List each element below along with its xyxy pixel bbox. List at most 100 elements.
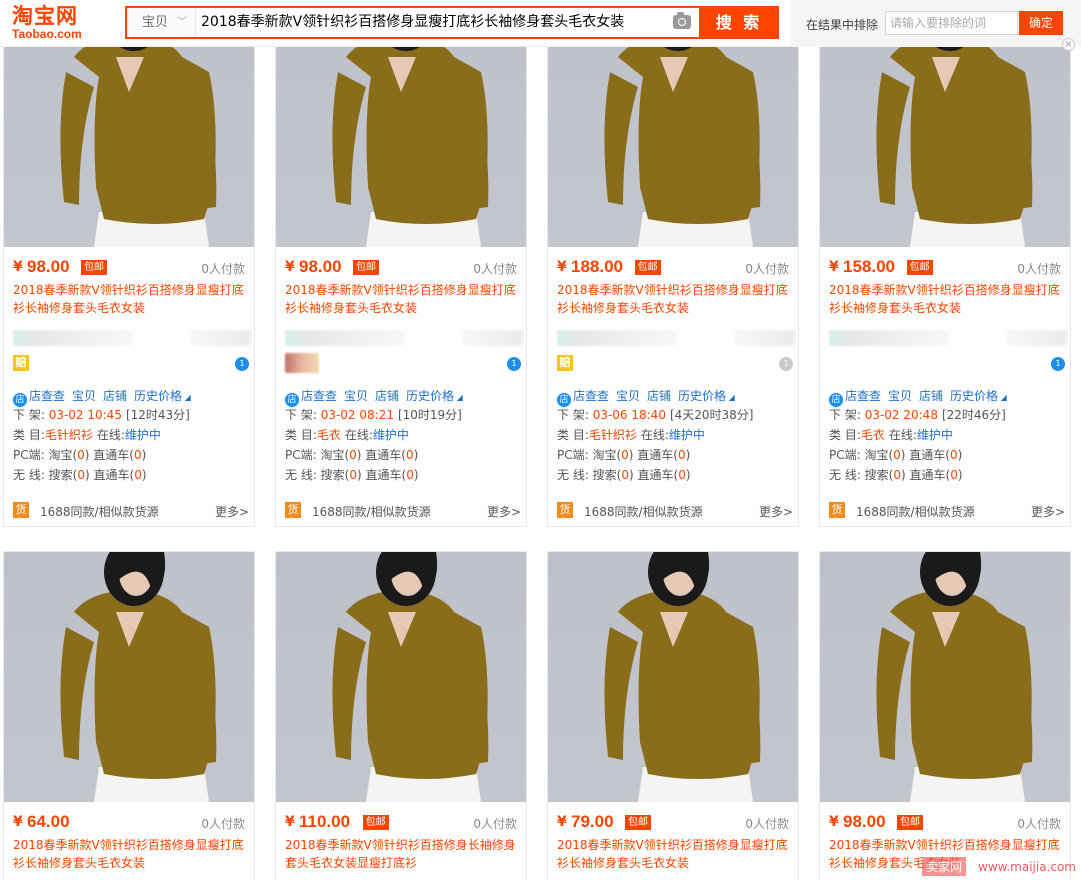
tool-shop[interactable]: 店铺 [103, 389, 127, 403]
wangwang-chat-icon[interactable]: 1 [235, 357, 249, 371]
wireless-through-count: 0 [950, 468, 958, 482]
tool-item[interactable]: 宝贝 [344, 389, 368, 403]
through-train-label: ) 直通车( [900, 448, 950, 462]
tool-shop[interactable]: 店铺 [647, 389, 671, 403]
product-title-link[interactable]: 2018春季新款V领针织衫百搭修身显瘦打底 衫长袖修身套头毛衣女装 [829, 281, 1065, 317]
camera-icon[interactable] [673, 12, 691, 29]
online-label: 在线: [640, 428, 669, 442]
product-image[interactable] [276, 552, 526, 802]
product-image[interactable] [4, 552, 254, 802]
category-value: 毛针织衫 [588, 428, 637, 442]
paren: ) [685, 468, 691, 482]
search-type-dropdown[interactable]: 宝贝 ﹀ [127, 8, 196, 37]
product-card[interactable]: ¥98.00 包邮 0人付款 2018春季新款V领针织衫百搭修身显瘦打底 衫长袖修身套头… [819, 551, 1071, 880]
category-label: 类 目: [557, 428, 589, 442]
tool-item[interactable]: 宝贝 [72, 389, 96, 403]
wangwang-chat-icon[interactable]: 1 [1051, 357, 1065, 371]
free-shipping-badge: 包邮 [634, 260, 661, 275]
sales-count: 0人付款 [201, 817, 245, 831]
shop-name-blurred[interactable] [829, 330, 1067, 346]
tool-price-history[interactable]: 历史价格 ◢ [678, 389, 735, 403]
product-card[interactable]: ¥79.00 包邮 0人付款 2018春季新款V领针织衫百搭修身显瘦打底 衫长袖修身套头… [547, 551, 799, 880]
plugin-tools-row: 店店查查 宝贝 店铺 历史价格 ◢ [557, 387, 793, 407]
online-status: 维护中 [124, 428, 161, 442]
wireless-label: 无 线: 搜索( [285, 468, 350, 482]
tool-store-check[interactable]: 店查查 [573, 389, 609, 403]
shop-name-blurred[interactable] [13, 330, 251, 346]
product-title-link[interactable]: 2018春季新款V领针织衫百搭修身显瘦打底 衫长袖修身套头毛衣女装 [285, 281, 521, 317]
exclude-input[interactable]: 请输入要排除的词 [885, 11, 1018, 35]
product-card[interactable]: ¥110.00 包邮 0人付款 2018春季新款V领针织衫百搭修身长袖修身 套头毛衣女装… [275, 551, 527, 880]
shop-name-blurred[interactable] [285, 330, 523, 346]
price-row: ¥110.00 包邮 0人付款 [285, 812, 517, 834]
category-info: 类 目:毛针织衫 在线:维护中 [13, 427, 249, 443]
tool-shop[interactable]: 店铺 [919, 389, 943, 403]
search-header: 淘宝网 Taobao.com 宝贝 ﹀ 2018春季新款V领针织衫百搭修身显瘦打… [0, 0, 1081, 47]
close-icon[interactable]: × [1062, 38, 1075, 51]
tool-price-history[interactable]: 历史价格 ◢ [950, 389, 1007, 403]
chevron-down-icon: ﹀ [177, 17, 187, 28]
product-card[interactable]: ¥98.00 包邮 0人付款 2018春季新款V领针织衫百搭修身显瘦打底 衫长袖修身套头… [3, 0, 255, 527]
product-title-link[interactable]: 2018春季新款V领针织衫百搭修身显瘦打底 衫长袖修身套头毛衣女装 [557, 836, 793, 872]
product-title-link[interactable]: 2018春季新款V领针织衫百搭修身显瘦打底 衫长袖修身套头毛衣女装 [557, 281, 793, 317]
search-input[interactable]: 2018春季新款V领针织衫百搭修身显瘦打底衫长袖修身套头毛衣女装 [201, 8, 661, 37]
paren: ) [141, 448, 147, 462]
badge-row: 赔1 [13, 355, 249, 373]
more-link[interactable]: 更多> [1031, 503, 1065, 520]
product-card[interactable]: ¥188.00 包邮 0人付款 2018春季新款V领针织衫百搭修身显瘦打底 衫长袖修身套… [547, 0, 799, 527]
free-shipping-badge: 包邮 [897, 815, 923, 830]
logo-text-en: Taobao.com [12, 27, 82, 41]
wangwang-chat-icon[interactable]: 1 [779, 357, 793, 371]
free-shipping-badge: 包邮 [81, 260, 107, 275]
taobao-logo[interactable]: 淘宝网 Taobao.com [12, 4, 102, 42]
paren: ) [957, 448, 963, 462]
more-link[interactable]: 更多> [487, 503, 521, 520]
shop-extra-blur [735, 330, 795, 346]
exclude-confirm-button[interactable]: 确定 [1019, 11, 1063, 35]
search-button[interactable]: 搜 索 [699, 6, 779, 39]
product-title-line: 衫长袖修身套头毛衣女装 [557, 301, 690, 315]
product-card[interactable]: ¥98.00 包邮 0人付款 2018春季新款V领针织衫百搭修身显瘦打底 衫长袖修身套头… [275, 0, 527, 527]
more-link[interactable]: 更多> [759, 503, 793, 520]
sourcing-link[interactable]: 1688同款/相似款货源 [40, 503, 159, 520]
price-value: 98.00 [27, 257, 70, 276]
sourcing-link[interactable]: 1688同款/相似款货源 [584, 503, 703, 520]
pc-through-count: 0 [133, 448, 142, 462]
online-status: 维护中 [668, 428, 705, 442]
product-title-line: 2018春季新款V领针织衫百搭修身显瘦打底 [13, 838, 244, 852]
sourcing-link[interactable]: 1688同款/相似款货源 [856, 503, 975, 520]
tool-price-history[interactable]: 历史价格 ◢ [134, 389, 191, 403]
product-image[interactable] [548, 552, 798, 802]
tool-store-check[interactable]: 店查查 [845, 389, 881, 403]
product-title-link[interactable]: 2018春季新款V领针织衫百搭修身长袖修身 套头毛衣女装显瘦打底衫 [285, 836, 521, 872]
product-card[interactable]: ¥64.00 0人付款 2018春季新款V领针织衫百搭修身显瘦打底 衫长袖修身套头毛衣… [3, 551, 255, 880]
tool-store-check[interactable]: 店查查 [301, 389, 337, 403]
tool-price-history[interactable]: 历史价格 ◢ [406, 389, 463, 403]
paren: ) [413, 468, 419, 482]
shop-name-blur [829, 330, 949, 346]
tool-store-check[interactable]: 店查查 [29, 389, 65, 403]
price-value: 64.00 [27, 812, 70, 831]
shop-name-blurred[interactable] [557, 330, 795, 346]
tool-item[interactable]: 宝贝 [616, 389, 640, 403]
product-card[interactable]: ¥158.00 包邮 0人付款 2018春季新款V领针织衫百搭修身显瘦打底 衫长袖修身套… [819, 0, 1071, 527]
pc-traffic-info: PC端: 淘宝(0) 直通车(0) [829, 447, 1065, 463]
wireless-traffic-info: 无 线: 搜索(0) 直通车(0) [285, 467, 521, 483]
product-title-link[interactable]: 2018春季新款V领针织衫百搭修身显瘦打底 衫长袖修身套头毛衣女装 [13, 836, 249, 872]
product-title-link[interactable]: 2018春季新款V领针织衫百搭修身显瘦打底 衫长袖修身套头毛衣女装 [13, 281, 249, 317]
sales-count: 0人付款 [1017, 262, 1061, 276]
shop-extra-blur [191, 330, 251, 346]
watermark: 卖家网 www.maijia.com [922, 857, 1076, 876]
product-image[interactable] [820, 552, 1070, 802]
sourcing-icon: 货 [13, 502, 29, 518]
more-link[interactable]: 更多> [215, 503, 249, 520]
tool-item[interactable]: 宝贝 [888, 389, 912, 403]
price-currency: ¥ [557, 259, 567, 275]
wangwang-chat-icon[interactable]: 1 [507, 357, 521, 371]
sourcing-link[interactable]: 1688同款/相似款货源 [312, 503, 431, 520]
delist-remaining: [22时46分] [941, 408, 1006, 422]
through-train-label: ) 直通车( [901, 468, 951, 482]
logo-text-cn: 淘宝网 [12, 4, 78, 28]
tool-shop[interactable]: 店铺 [375, 389, 399, 403]
product-title-line: 衫长袖修身套头毛衣女装 [285, 301, 418, 315]
